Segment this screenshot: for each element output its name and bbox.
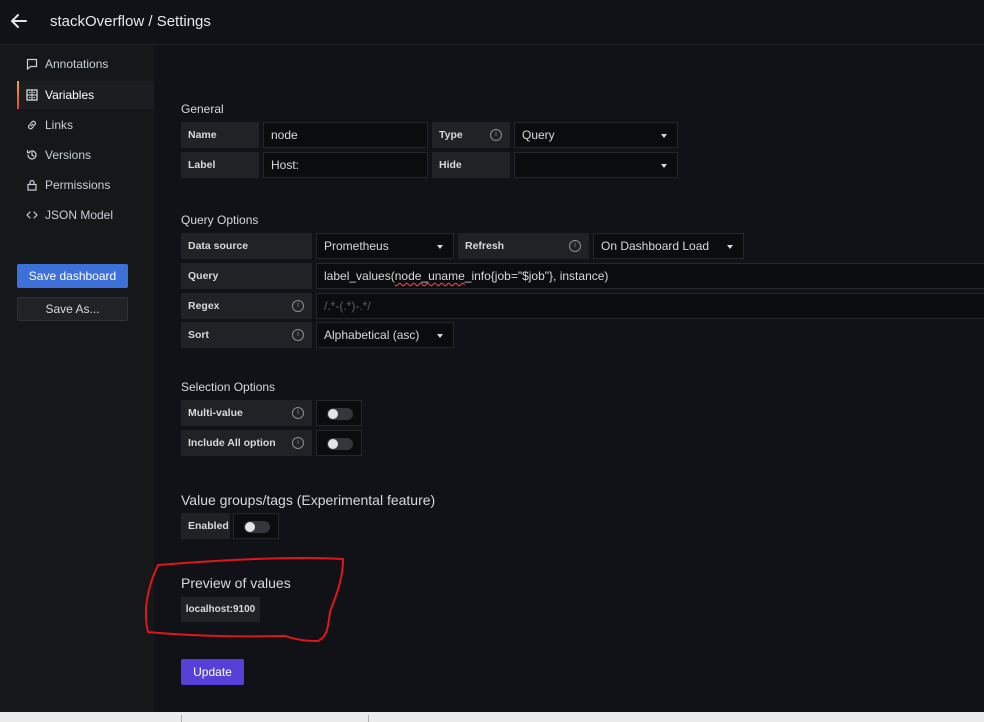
sidebar-item-json-model[interactable]: JSON Model <box>17 201 154 229</box>
back-arrow-icon[interactable] <box>9 11 29 31</box>
label-label: Label <box>181 152 259 178</box>
value-groups-toggle[interactable] <box>233 513 279 539</box>
section-title-preview: Preview of values <box>181 575 291 591</box>
regex-input[interactable]: /.*-(.*)-.*/ <box>316 293 984 319</box>
regex-label: Regex i <box>181 293 312 319</box>
info-icon[interactable]: i <box>292 437 304 449</box>
section-title-selection-options: Selection Options <box>181 380 276 394</box>
datasource-select[interactable]: Prometheus <box>316 233 454 259</box>
toggle-switch <box>327 438 353 450</box>
info-icon[interactable]: i <box>292 300 304 312</box>
sidebar-item-annotations[interactable]: Annotations <box>17 50 154 78</box>
settings-sidebar: Annotations Variables Links Versions Per… <box>0 45 154 712</box>
sidebar-item-label: Permissions <box>45 178 111 192</box>
divider <box>181 715 182 722</box>
section-title-query-options: Query Options <box>181 213 259 227</box>
page-title: stackOverflow / Settings <box>50 13 211 30</box>
preview-value-chip: localhost:9100 <box>181 597 260 622</box>
sort-select-value: Alphabetical (asc) <box>324 328 420 342</box>
update-button[interactable]: Update <box>181 659 244 685</box>
lock-icon <box>25 178 39 192</box>
label-input[interactable]: Host: <box>263 152 428 178</box>
caret-down-icon <box>661 134 667 138</box>
multi-value-label: Multi-value i <box>181 400 312 426</box>
query-text-suffix: _info{job="$job"}, instance) <box>464 269 609 283</box>
hide-select[interactable] <box>514 152 678 178</box>
section-title-general: General <box>181 102 224 116</box>
name-label: Name <box>181 122 259 148</box>
query-text-prefix: label_values( <box>324 269 395 283</box>
refresh-label: Refresh i <box>458 233 589 259</box>
type-label-text: Type <box>439 129 463 141</box>
divider <box>368 715 369 722</box>
comment-icon <box>25 57 39 71</box>
info-icon[interactable]: i <box>292 329 304 341</box>
caret-down-icon <box>437 245 443 249</box>
refresh-select-value: On Dashboard Load <box>601 239 710 253</box>
sidebar-item-permissions[interactable]: Permissions <box>17 171 154 199</box>
query-text-misspelled: node_uname <box>394 269 465 283</box>
caret-down-icon <box>661 164 667 168</box>
caret-down-icon <box>437 334 443 338</box>
sidebar-item-label: Variables <box>45 88 95 102</box>
section-title-value-groups: Value groups/tags (Experimental feature) <box>181 492 436 508</box>
enabled-label: Enabled <box>181 513 230 539</box>
sidebar-item-links[interactable]: Links <box>17 111 154 139</box>
info-icon[interactable]: i <box>292 407 304 419</box>
sort-label-text: Sort <box>188 329 209 341</box>
regex-label-text: Regex <box>188 300 220 312</box>
datasource-label: Data source <box>181 233 312 259</box>
save-dashboard-button[interactable]: Save dashboard <box>17 264 128 288</box>
type-select-value: Query <box>522 128 555 142</box>
sort-label: Sort i <box>181 322 312 348</box>
calculator-icon <box>25 88 39 102</box>
include-all-label: Include All option i <box>181 430 312 456</box>
datasource-select-value: Prometheus <box>324 239 389 253</box>
type-select[interactable]: Query <box>514 122 678 148</box>
save-as-button[interactable]: Save As... <box>17 297 128 321</box>
code-icon <box>25 208 39 222</box>
info-icon[interactable]: i <box>569 240 581 252</box>
link-icon <box>25 118 39 132</box>
toggle-switch <box>244 521 270 533</box>
type-label: Type i <box>432 122 510 148</box>
sidebar-item-variables[interactable]: Variables <box>17 81 154 109</box>
sidebar-item-label: Annotations <box>45 57 109 71</box>
multi-value-label-text: Multi-value <box>188 407 243 419</box>
bottom-strip <box>0 712 984 722</box>
sidebar-item-label: JSON Model <box>45 208 114 222</box>
name-input[interactable]: node <box>263 122 428 148</box>
info-icon[interactable]: i <box>490 129 502 141</box>
toggle-switch <box>327 408 353 420</box>
refresh-select[interactable]: On Dashboard Load <box>593 233 744 259</box>
sidebar-item-label: Links <box>45 118 74 132</box>
refresh-label-text: Refresh <box>465 240 505 252</box>
sidebar-item-label: Versions <box>45 148 92 162</box>
query-label: Query <box>181 263 312 289</box>
include-all-label-text: Include All option <box>188 437 276 449</box>
history-icon <box>25 148 39 162</box>
include-all-toggle[interactable] <box>316 430 362 456</box>
query-input[interactable]: label_values(node_uname _info{job="$job"}… <box>316 263 984 289</box>
sidebar-item-versions[interactable]: Versions <box>17 141 154 169</box>
hide-label: Hide <box>432 152 510 178</box>
caret-down-icon <box>727 245 733 249</box>
sort-select[interactable]: Alphabetical (asc) <box>316 322 454 348</box>
top-bar: stackOverflow / Settings <box>0 0 984 45</box>
multi-value-toggle[interactable] <box>316 400 362 426</box>
